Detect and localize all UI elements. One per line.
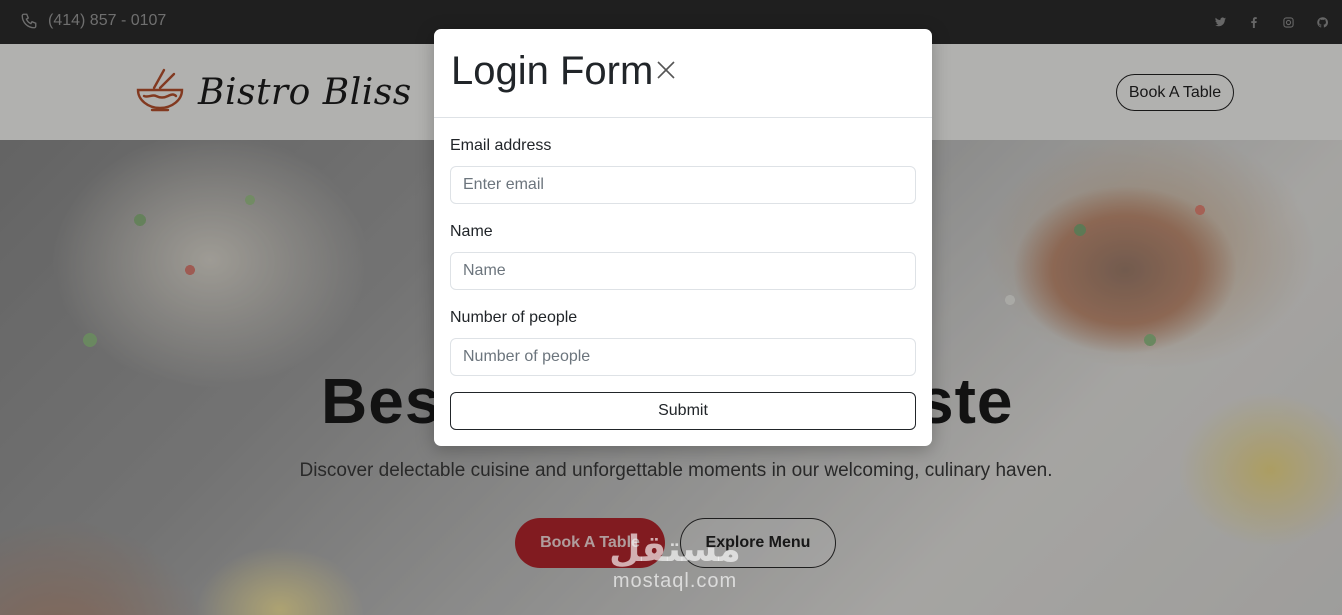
watermark-latin: mostaql.com: [612, 570, 738, 592]
email-label: Email address: [450, 137, 552, 154]
people-label: Number of people: [450, 309, 578, 326]
name-label: Name: [450, 223, 493, 240]
modal-header: Login Form: [434, 29, 932, 118]
email-field[interactable]: [450, 166, 916, 204]
watermark-arabic: مستقل: [609, 529, 741, 570]
login-modal: Login Form Email address Name Number of …: [434, 29, 932, 446]
name-field[interactable]: [450, 252, 916, 290]
submit-button[interactable]: Submit: [450, 392, 916, 430]
modal-title: Login Form: [451, 49, 654, 93]
close-icon[interactable]: [653, 58, 679, 84]
people-field[interactable]: [450, 338, 916, 376]
watermark-logo: مستقل mostaql.com: [590, 530, 760, 604]
